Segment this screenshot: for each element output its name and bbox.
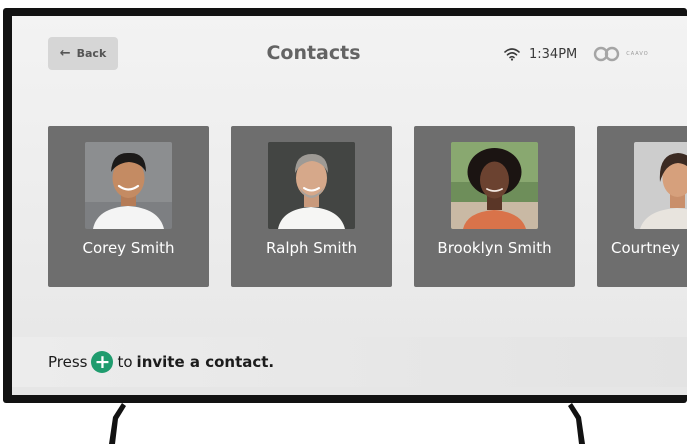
invite-text: Press + to invite a contact. xyxy=(48,351,274,373)
contact-card[interactable]: Courtney xyxy=(597,126,687,287)
brand-text: CAAVO xyxy=(626,51,649,57)
contact-name: Courtney xyxy=(611,239,680,257)
avatar xyxy=(451,142,538,229)
invite-middle: to xyxy=(117,353,133,371)
plus-icon[interactable]: + xyxy=(91,351,114,373)
contact-card[interactable]: Brooklyn Smith xyxy=(414,126,575,287)
avatar xyxy=(268,142,355,229)
caavo-logo-mark xyxy=(594,46,620,62)
contact-card[interactable]: Ralph Smith xyxy=(231,126,392,287)
invite-bar: Press + to invite a contact. xyxy=(12,337,687,387)
contact-name: Corey Smith xyxy=(82,239,175,257)
clock-time: 1:34PM xyxy=(529,46,578,62)
contact-name: Brooklyn Smith xyxy=(437,239,552,257)
invite-action: invite a contact. xyxy=(136,353,275,371)
wifi-icon xyxy=(504,48,520,61)
invite-prefix: Press xyxy=(48,353,88,371)
contact-card[interactable]: Corey Smith xyxy=(48,126,209,287)
avatar xyxy=(85,142,172,229)
tv-stand-right-leg xyxy=(568,403,585,444)
contact-name: Ralph Smith xyxy=(266,239,357,257)
tv-stand-left-leg xyxy=(109,403,126,444)
status-area: 1:34PM CAAVO xyxy=(504,45,649,63)
caavo-logo: CAAVO xyxy=(592,46,648,62)
tv-screen: ← Back Contacts 1:34PM CAAVO Corey Smith… xyxy=(12,16,687,395)
contacts-row: Corey Smith Ralph Smith Brooklyn Smith C… xyxy=(48,126,687,287)
avatar xyxy=(634,142,687,229)
